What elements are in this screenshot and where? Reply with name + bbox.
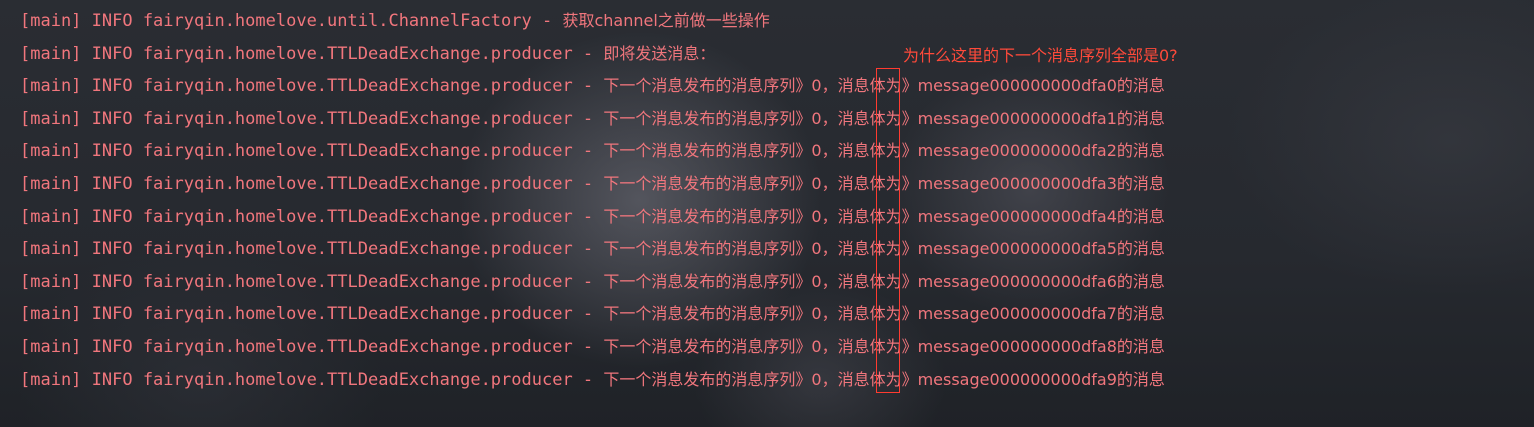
log-line: [main] INFO fairyqin.homelove.TTLDeadExc… bbox=[20, 233, 1165, 266]
log-line: [main] INFO fairyqin.homelove.TTLDeadExc… bbox=[20, 298, 1165, 331]
log-line: [main] INFO fairyqin.homelove.until.Chan… bbox=[20, 5, 1165, 38]
log-prefix: [main] INFO fairyqin.homelove.TTLDeadExc… bbox=[20, 336, 604, 357]
log-prefix: [main] INFO fairyqin.homelove.until.Chan… bbox=[20, 11, 563, 31]
log-prefix: [main] INFO fairyqin.homelove.TTLDeadExc… bbox=[20, 304, 604, 325]
log-prefix: [main] INFO fairyqin.homelove.TTLDeadExc… bbox=[20, 43, 604, 64]
log-prefix: [main] INFO fairyqin.homelove.TTLDeadExc… bbox=[20, 76, 604, 97]
log-line: [main] INFO fairyqin.homelove.TTLDeadExc… bbox=[20, 135, 1165, 168]
log-line: [main] INFO fairyqin.homelove.TTLDeadExc… bbox=[20, 103, 1165, 136]
log-line: [main] INFO fairyqin.homelove.TTLDeadExc… bbox=[20, 70, 1165, 103]
sequence-highlight-box bbox=[876, 68, 900, 393]
log-prefix: [main] INFO fairyqin.homelove.TTLDeadExc… bbox=[20, 239, 604, 260]
log-line: [main] INFO fairyqin.homelove.TTLDeadExc… bbox=[20, 168, 1165, 201]
annotation-question: 为什么这里的下一个消息序列全部是0? bbox=[903, 46, 1178, 65]
log-message: 获取channel之前做一些操作 bbox=[562, 11, 770, 30]
log-message: 即将发送消息： bbox=[603, 43, 716, 63]
log-prefix: [main] INFO fairyqin.homelove.TTLDeadExc… bbox=[20, 173, 604, 194]
log-line: [main] INFO fairyqin.homelove.TTLDeadExc… bbox=[20, 364, 1165, 397]
log-prefix: [main] INFO fairyqin.homelove.TTLDeadExc… bbox=[20, 141, 604, 162]
log-line: [main] INFO fairyqin.homelove.TTLDeadExc… bbox=[20, 266, 1165, 299]
log-line: [main] INFO fairyqin.homelove.TTLDeadExc… bbox=[20, 201, 1165, 234]
log-line: [main] INFO fairyqin.homelove.TTLDeadExc… bbox=[20, 331, 1165, 364]
log-prefix: [main] INFO fairyqin.homelove.TTLDeadExc… bbox=[20, 271, 604, 292]
log-prefix: [main] INFO fairyqin.homelove.TTLDeadExc… bbox=[20, 206, 604, 227]
log-prefix: [main] INFO fairyqin.homelove.TTLDeadExc… bbox=[20, 369, 604, 390]
log-prefix: [main] INFO fairyqin.homelove.TTLDeadExc… bbox=[20, 108, 604, 129]
